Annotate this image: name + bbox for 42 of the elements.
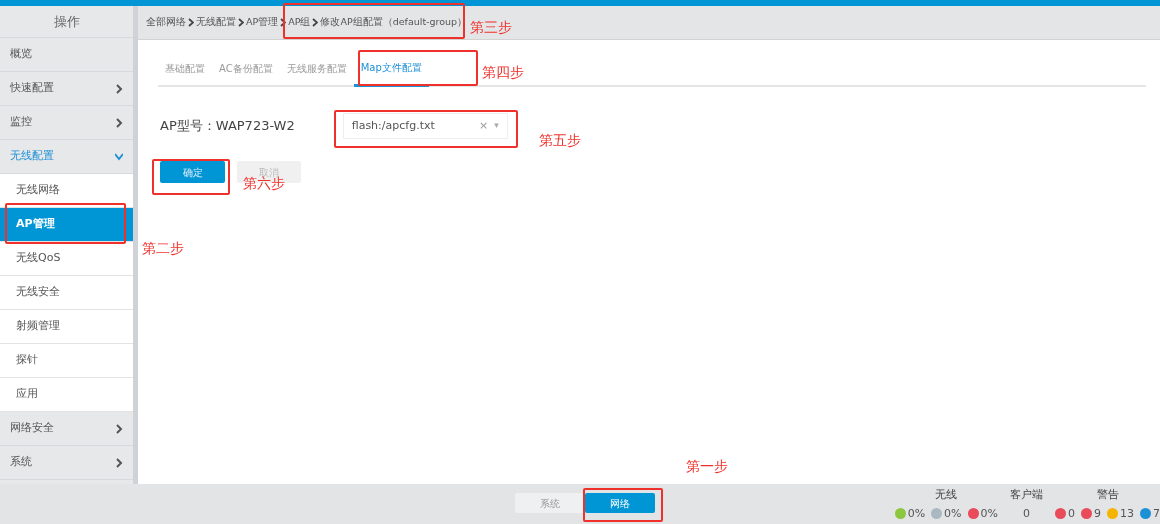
step-label: 第一步 — [686, 457, 728, 476]
sidebar-subitem[interactable]: 无线网络 — [0, 174, 133, 208]
status-value: 0 — [1068, 505, 1075, 522]
sidebar-subitem[interactable]: 射频管理 — [0, 310, 133, 344]
sidebar-subitem[interactable]: 无线安全 — [0, 276, 133, 310]
breadcrumb-link[interactable]: 修改AP组配置（default-group） — [320, 15, 468, 30]
chevron-icon — [115, 457, 123, 468]
step-label: 第四步 — [482, 63, 524, 82]
tab[interactable]: 网络 — [585, 493, 655, 513]
sidebar-subitem[interactable]: 探针 — [0, 344, 133, 378]
sidebar-subitem[interactable]: 应用 — [0, 378, 133, 412]
chevron-icon — [188, 18, 194, 27]
status-title: 警告 — [1096, 487, 1119, 503]
step-label: 第三步 — [470, 18, 512, 37]
breadcrumb-link[interactable]: AP管理 — [246, 15, 279, 30]
field-label: AP型号：WAP723-W2 — [160, 117, 295, 136]
chevron-icon — [115, 151, 123, 162]
chevron-icon — [115, 423, 123, 434]
status-value: 0 — [1023, 505, 1030, 522]
chevron-icon — [280, 18, 287, 27]
status-value: 13 — [1120, 505, 1134, 522]
chevron-icon — [238, 18, 244, 27]
status-value: 0% — [907, 505, 926, 522]
breadcrumb-link[interactable]: 无线配置 — [196, 15, 236, 30]
breadcrumb-link[interactable]: 全部网络 — [146, 15, 186, 30]
status-title: 无线 — [935, 487, 958, 503]
caret-icon: ▾ — [494, 119, 499, 133]
sidebar-subitem[interactable]: 无线QoS — [0, 242, 133, 276]
chevron-icon — [312, 18, 319, 27]
sidebar-subitem[interactable]: AP管理 — [0, 208, 133, 242]
select-field[interactable]: flash:/apcfg.txt × ▾ — [342, 113, 508, 139]
step-label: 第五步 — [539, 131, 581, 150]
status-value: 7 — [1153, 505, 1160, 522]
status-title: 客户端 — [1010, 487, 1043, 503]
tab[interactable]: Map文件配置 — [353, 52, 429, 87]
chevron-icon — [115, 117, 123, 128]
status-value: 9 — [1094, 505, 1101, 522]
step-label: 第二步 — [142, 239, 184, 258]
status-value: 0% — [980, 505, 998, 522]
breadcrumb-link[interactable]: AP组 — [288, 15, 311, 30]
chevron-icon — [115, 83, 123, 94]
status-value: 0% — [944, 505, 962, 522]
